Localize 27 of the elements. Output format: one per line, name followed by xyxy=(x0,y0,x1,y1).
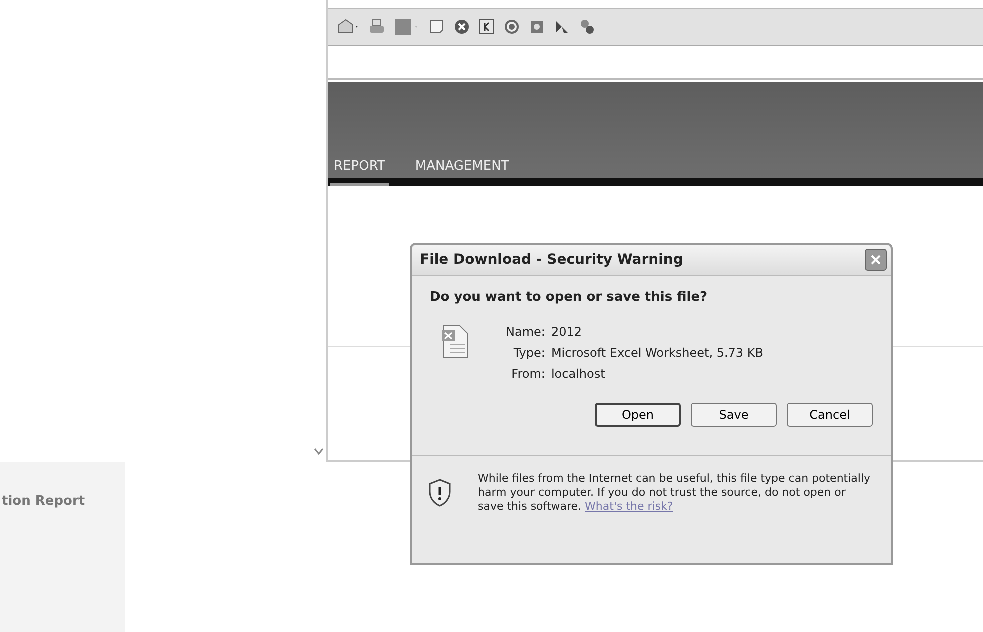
dialog-button[interactable]: Cancel xyxy=(787,403,873,427)
circle-icon[interactable] xyxy=(454,19,470,35)
dialog-question: Do you want to open or save this file? xyxy=(430,290,709,305)
spreadsheet-file-icon xyxy=(440,325,470,359)
close-icon xyxy=(870,254,882,266)
field-value: localhost xyxy=(551,367,606,381)
nav-tab[interactable]: REPORT xyxy=(330,157,390,186)
box-icon[interactable] xyxy=(479,19,495,35)
square-icon[interactable] xyxy=(394,18,420,36)
field-label: From: xyxy=(510,367,546,381)
printer-icon[interactable] xyxy=(369,19,385,35)
arrow-icon[interactable] xyxy=(554,19,570,35)
field-value: 2012 xyxy=(551,325,583,339)
close-button[interactable] xyxy=(865,249,887,271)
scroll-down-icon[interactable] xyxy=(314,448,324,456)
panel-heading: tion Report xyxy=(2,494,86,509)
dialog-title: File Download - Security Warning xyxy=(420,252,684,268)
nav-tab[interactable]: MANAGEMENT xyxy=(411,157,514,186)
page-icon[interactable] xyxy=(429,19,445,35)
dialog-button[interactable]: Save xyxy=(691,403,777,427)
field-label: Type: xyxy=(512,346,546,360)
circle-icon[interactable] xyxy=(504,19,520,35)
field-label: Name: xyxy=(506,325,546,339)
dialog-button[interactable]: Open xyxy=(595,403,681,427)
warning-text: While files from the Internet can be useful, this file type can potentially harm your computer. If you do not trust the source, do not open or save this software. What's the risk? xyxy=(478,472,872,514)
shield-warning-icon xyxy=(428,478,452,507)
field-value: Microsoft Excel Worksheet, 5.73 KB xyxy=(551,346,764,360)
